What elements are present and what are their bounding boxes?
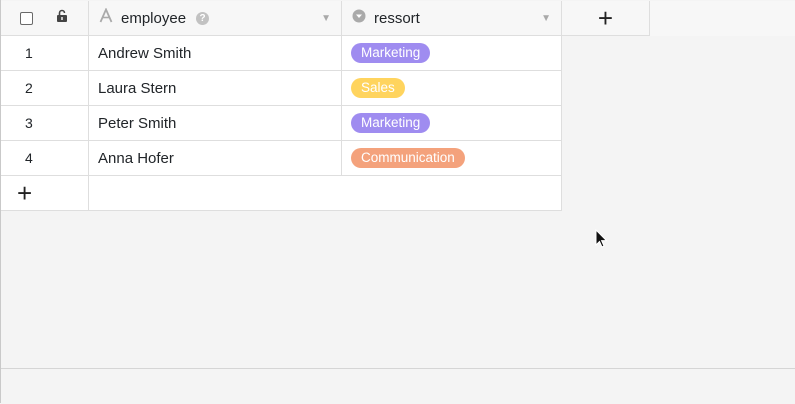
row-index[interactable]: 1 <box>1 36 89 71</box>
status-bar <box>1 368 795 404</box>
employee-cell[interactable]: Laura Stern <box>89 71 342 106</box>
add-row-area[interactable] <box>89 176 562 211</box>
header-filler <box>650 1 795 36</box>
ressort-tag: Communication <box>351 148 465 168</box>
add-column-button[interactable]: + <box>562 1 650 36</box>
header-index-cell <box>1 1 89 36</box>
column-header-employee[interactable]: employee ? ▼ <box>89 1 342 36</box>
plus-icon: + <box>17 178 33 208</box>
ressort-cell[interactable]: Communication <box>342 141 562 176</box>
ressort-cell[interactable]: Marketing <box>342 106 562 141</box>
add-row[interactable]: + <box>1 176 795 211</box>
table-header: employee ? ▼ ressort ▼ + <box>1 1 795 36</box>
table-row[interactable]: 3 Peter Smith Marketing <box>1 106 795 141</box>
ressort-cell[interactable]: Marketing <box>342 36 562 71</box>
text-type-icon <box>99 7 113 28</box>
column-title: ressort <box>374 9 420 27</box>
row-index[interactable]: 2 <box>1 71 89 106</box>
column-header-ressort[interactable]: ressort ▼ <box>342 1 562 36</box>
table-row[interactable]: 1 Andrew Smith Marketing <box>1 36 795 71</box>
table-row[interactable]: 4 Anna Hofer Communication <box>1 141 795 176</box>
table-grid: employee ? ▼ ressort ▼ + 1 Andrew Smith … <box>1 1 795 211</box>
mouse-cursor-icon <box>595 229 608 248</box>
ressort-cell[interactable]: Sales <box>342 71 562 106</box>
ressort-tag: Marketing <box>351 113 431 133</box>
chevron-down-icon[interactable]: ▼ <box>321 13 331 24</box>
row-index[interactable]: 3 <box>1 106 89 141</box>
ressort-tag: Sales <box>351 78 405 98</box>
table-row[interactable]: 2 Laura Stern Sales <box>1 71 795 106</box>
single-select-icon <box>352 9 366 28</box>
add-row-button[interactable]: + <box>1 176 89 211</box>
column-title: employee <box>121 9 187 27</box>
employee-cell[interactable]: Anna Hofer <box>89 141 342 176</box>
unlock-icon[interactable] <box>55 9 69 28</box>
chevron-down-icon[interactable]: ▼ <box>541 13 551 24</box>
select-all-checkbox[interactable] <box>20 11 33 25</box>
row-index[interactable]: 4 <box>1 141 89 176</box>
help-icon[interactable]: ? <box>196 11 210 25</box>
plus-icon: + <box>597 3 614 33</box>
ressort-tag: Marketing <box>351 43 431 63</box>
employee-cell[interactable]: Andrew Smith <box>89 36 342 71</box>
employee-cell[interactable]: Peter Smith <box>89 106 342 141</box>
